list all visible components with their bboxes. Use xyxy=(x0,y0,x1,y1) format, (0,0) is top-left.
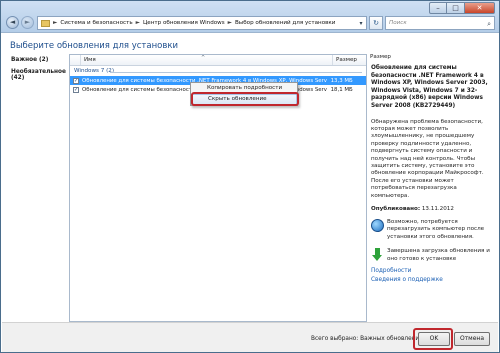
column-name-label: Имя xyxy=(84,57,96,63)
highlight-frame xyxy=(191,92,299,106)
close-button[interactable]: ✕ xyxy=(465,2,495,14)
update-description: Обнаружена проблема безопасности, котора… xyxy=(371,118,484,199)
select-all-column[interactable] xyxy=(70,55,81,65)
windows-update-window: – □ ✕ ◄ ► ► Система и безопасность ► Цен… xyxy=(0,0,500,353)
search-icon[interactable]: ⌕ xyxy=(487,18,491,30)
breadcrumb-separator: ► xyxy=(53,20,58,26)
page-title: Выберите обновления для установки xyxy=(10,41,178,51)
category-important[interactable]: Важное (2) xyxy=(9,54,67,66)
maximize-button[interactable]: □ xyxy=(447,2,465,14)
update-checkbox[interactable]: ✓ xyxy=(73,77,79,84)
title-bar: – □ ✕ ◄ ► ► Система и безопасность ► Цен… xyxy=(1,1,499,33)
folder-icon xyxy=(41,19,50,27)
download-note-text: Завершена загрузка обновления и оно гото… xyxy=(387,248,490,262)
restart-note-text: Возможно, потребуется перезагрузить комп… xyxy=(387,219,485,240)
back-button[interactable]: ◄ xyxy=(6,16,19,29)
minimize-button[interactable]: – xyxy=(429,2,447,14)
breadcrumb-system-security[interactable]: Система и безопасность xyxy=(60,20,132,26)
group-header[interactable]: Windows 7 (2) xyxy=(70,66,366,76)
published-info: Опубликовано: 13.11.2012 xyxy=(371,206,491,212)
sort-arrow-icon: ^ xyxy=(201,55,206,61)
chevron-down-icon[interactable]: ▾ xyxy=(356,20,366,27)
breadcrumb-separator: ► xyxy=(227,20,232,26)
list-header: ^ Имя Размер xyxy=(70,55,366,66)
update-size: 18,1 МБ xyxy=(330,86,353,93)
details-pane: Размер Обновление для системы безопаснос… xyxy=(367,54,495,322)
navigation-buttons: ◄ ► xyxy=(6,16,36,29)
published-date: 13.11.2012 xyxy=(421,206,454,213)
details-size-header: Размер xyxy=(370,54,391,60)
category-pane: Важное (2) Необязательное (42) xyxy=(9,54,67,322)
update-size: 13,3 МБ xyxy=(330,77,353,84)
column-size-header[interactable]: Размер xyxy=(333,55,366,65)
group-label: Windows 7 (2) xyxy=(74,68,115,74)
breadcrumb-select-updates[interactable]: Выбор обновлений для установки xyxy=(235,20,335,26)
highlight-frame xyxy=(413,328,453,350)
window-controls: – □ ✕ xyxy=(429,2,495,14)
group-divider xyxy=(110,72,362,73)
restart-note: Возможно, потребуется перезагрузить комп… xyxy=(371,219,491,241)
search-input[interactable]: Поиск ⌕ xyxy=(385,16,495,30)
cancel-button[interactable]: Отмена xyxy=(454,332,490,346)
refresh-button[interactable]: ↻ xyxy=(369,16,383,30)
update-title: Обновление для системы безопасности .NET… xyxy=(371,65,488,109)
column-name-header[interactable]: ^ Имя xyxy=(81,55,333,65)
update-checkbox[interactable]: ✓ xyxy=(73,86,79,93)
globe-icon xyxy=(371,219,384,233)
breadcrumb-separator: ► xyxy=(135,20,140,26)
download-note: Завершена загрузка обновления и оно гото… xyxy=(371,248,491,263)
address-bar[interactable]: ► Система и безопасность ► Центр обновле… xyxy=(37,16,367,30)
download-arrow-icon xyxy=(371,248,384,262)
category-optional[interactable]: Необязательное (42) xyxy=(9,66,67,84)
support-link[interactable]: Сведения о поддержке xyxy=(371,277,491,283)
details-link[interactable]: Подробности xyxy=(371,268,491,274)
forward-button[interactable]: ► xyxy=(21,16,34,29)
search-placeholder: Поиск xyxy=(389,20,407,26)
breadcrumb-windows-update[interactable]: Центр обновления Windows xyxy=(143,20,225,26)
published-label: Опубликовано: xyxy=(371,206,421,213)
